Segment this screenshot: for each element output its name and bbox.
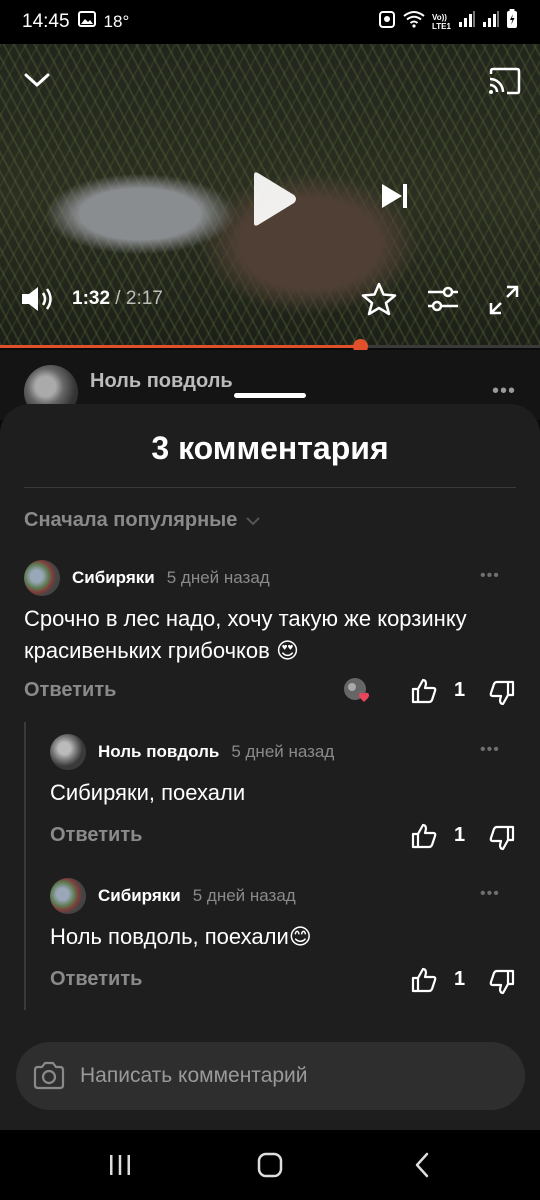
wifi-icon [402,10,426,34]
video-player[interactable]: 1:32 / 2:17 [0,44,540,346]
skip-next-icon[interactable] [374,176,414,216]
reply-button[interactable]: Ответить [50,968,142,991]
like-count: 1 [454,824,466,846]
recent-apps-icon[interactable] [100,1148,140,1182]
chevron-down-icon[interactable] [20,66,54,94]
battery-icon [506,9,518,35]
comment-more-button[interactable]: ••• [480,741,500,759]
thumbs-down-icon[interactable] [488,824,516,852]
sort-label: Сначала популярные [24,509,238,531]
like-count: 1 [454,679,466,701]
reply-button[interactable]: Ответить [50,824,142,847]
camera-icon[interactable] [32,1061,66,1091]
fullscreen-icon[interactable] [486,282,522,318]
avatar[interactable] [50,734,86,770]
comments-title: 3 комментария [151,430,389,466]
comment-text: Ноль повдоль, поехали😊 [50,924,312,949]
settings-sliders-icon[interactable] [424,282,462,316]
thumbs-down-icon[interactable] [488,968,516,996]
thumbs-up-icon[interactable] [410,822,438,850]
avatar[interactable] [24,560,60,596]
alarm-icon [378,9,396,35]
signal-icon [458,10,476,34]
volume-icon[interactable] [18,282,56,316]
time-separator: / [110,288,126,309]
comment-header: Сибиряки 5 дней назад [24,559,516,597]
thread-line [24,722,26,1010]
comment-author[interactable]: Сибиряки [98,886,181,906]
comment-reply: Сибиряки 5 дней назад ••• Ноль повдоль, … [50,877,516,995]
system-nav-bar [0,1130,540,1200]
chevron-down-icon [245,509,261,532]
status-left: 14:45 18° [22,11,129,33]
comment-text: Срочно в лес надо, хочу такую же корзинк… [24,606,467,663]
status-bar: 14:45 18° Vo)) LTE1 [0,0,540,44]
comment-text: Сибиряки, поехали [50,780,246,805]
volte-icon: Vo)) LTE1 [432,13,451,31]
signal-icon [482,10,500,34]
current-time: 1:32 [72,288,111,309]
comment-header: Сибиряки 5 дней назад [50,877,516,915]
video-progress-bar[interactable] [0,339,540,354]
comment-more-button[interactable]: ••• [480,567,500,585]
star-icon[interactable] [360,280,398,318]
cast-icon[interactable] [486,66,522,96]
duration: 2:17 [125,288,163,309]
comment-actions: Ответить 1 [50,820,516,854]
comment-header: Ноль повдоль 5 дней назад [50,733,516,771]
status-time: 14:45 [22,11,70,32]
play-icon[interactable] [244,168,300,230]
video-progress-fill [0,345,361,348]
comment-input[interactable] [80,1064,480,1088]
thumbs-up-icon[interactable] [410,966,438,994]
sheet-drag-handle[interactable] [234,393,306,398]
status-right: Vo)) LTE1 [378,9,518,35]
status-temperature: 18° [103,12,130,31]
comment-reply: Ноль повдоль 5 дней назад ••• Сибиряки, … [50,733,516,851]
comment-composer[interactable] [16,1042,525,1110]
comment-more-button[interactable]: ••• [480,885,500,903]
comment-time: 5 дней назад [231,742,335,761]
reaction-avatar-heart-icon [342,676,372,706]
reply-button[interactable]: Ответить [24,679,116,702]
like-count: 1 [454,968,466,990]
divider [24,487,516,488]
gallery-icon [77,11,96,33]
comment-author[interactable]: Ноль повдоль [98,742,219,762]
channel-name[interactable]: Ноль повдоль [90,370,233,393]
video-time: 1:32 / 2:17 [72,288,163,310]
comment-author[interactable]: Сибиряки [72,568,155,588]
back-icon[interactable] [402,1148,442,1182]
comment-actions: Ответить 1 [50,964,516,998]
comment-actions: Ответить 1 [24,675,516,709]
sort-dropdown[interactable]: Сначала популярные [24,509,261,532]
avatar[interactable] [50,878,86,914]
comment: Сибиряки 5 дней назад ••• Срочно в лес н… [24,559,516,706]
comment-time: 5 дней назад [192,886,296,905]
comment-time: 5 дней назад [166,568,270,587]
channel-more-button[interactable]: ••• [492,380,516,403]
thumbs-down-icon[interactable] [488,679,516,707]
home-icon[interactable] [250,1148,290,1182]
thumbs-up-icon[interactable] [410,677,438,705]
